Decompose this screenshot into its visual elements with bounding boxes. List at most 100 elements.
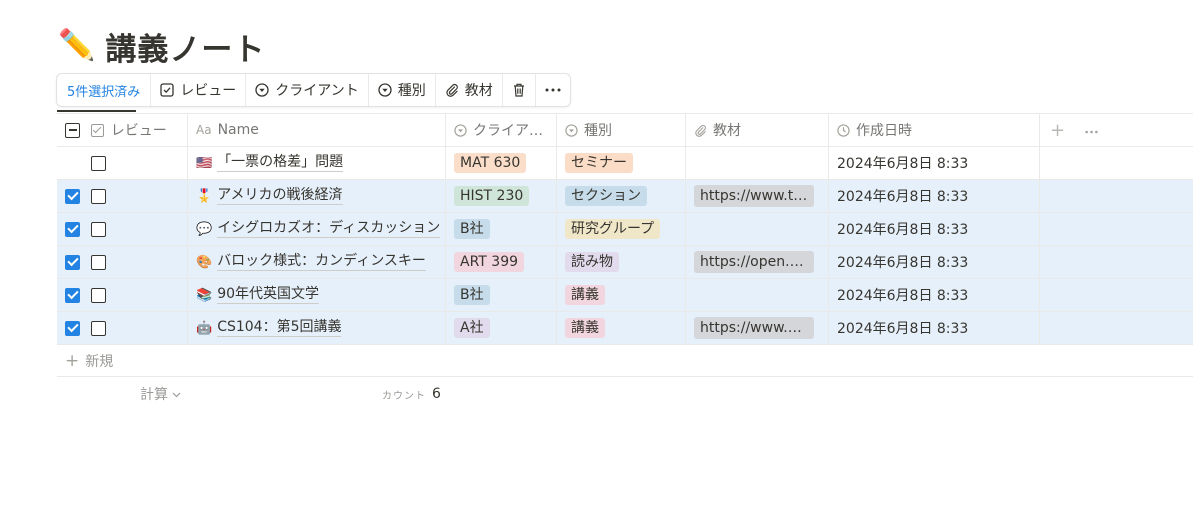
bulk-edit-kind-button[interactable]: 種別 (369, 74, 436, 106)
empty-cell (1040, 279, 1193, 311)
chevron-down-icon (172, 386, 181, 402)
bulk-edit-material-button[interactable]: 教材 (436, 74, 503, 106)
name-cell[interactable]: 🇺🇸 「一票の格差」問題 (188, 147, 446, 179)
kind-cell[interactable]: セクション (557, 180, 686, 212)
table-body: 🇺🇸 「一票の格差」問題 MAT 630 セミナー 2024年6月8日 8:33 (57, 147, 1193, 345)
delete-button[interactable] (503, 74, 536, 106)
kind-cell[interactable]: 研究グループ (557, 213, 686, 245)
review-checkbox[interactable] (90, 254, 106, 270)
table-row[interactable]: 📚 90年代英国文学 B社 講義 2024年6月8日 8:33 (57, 279, 1193, 312)
column-header-kind[interactable]: 種別 (557, 114, 686, 146)
page-name[interactable]: バロック様式：カンディンスキー (217, 253, 426, 271)
row-checkbox-cell (57, 147, 188, 179)
selected-count-button[interactable]: 5件選択済み (57, 74, 152, 106)
new-row-button[interactable]: + 新規 (57, 345, 1193, 377)
column-header-review-label: レビュー (110, 123, 167, 139)
client-cell[interactable]: MAT 630 (446, 147, 557, 179)
material-cell[interactable] (686, 147, 829, 179)
client-cell[interactable]: A社 (446, 312, 557, 344)
material-cell[interactable]: https://www.ge... (686, 312, 829, 344)
name-cell[interactable]: 🎨 バロック様式：カンディンスキー (188, 246, 446, 278)
bulk-edit-review-button[interactable]: レビュー (151, 74, 247, 106)
review-checkbox[interactable] (90, 221, 106, 237)
created-date: 2024年6月8日 8:33 (837, 222, 969, 238)
review-checkbox[interactable] (90, 188, 106, 204)
name-cell[interactable]: 📚 90年代英国文学 (188, 279, 446, 311)
name-cell[interactable]: 🤖 CS104：第5回講義 (188, 312, 446, 344)
table-row[interactable]: 🤖 CS104：第5回講義 A社 講義 https://www.ge... 20… (57, 312, 1193, 345)
page-emoji-icon: 🎖️ (196, 188, 213, 204)
kind-cell[interactable]: 講義 (557, 279, 686, 311)
page-emoji-icon: 🤖 (196, 320, 213, 336)
row-select-checkbox[interactable] (65, 188, 81, 204)
select-property-icon (565, 123, 578, 137)
row-checkbox-cell (57, 246, 188, 278)
column-header-name-label: Name (217, 122, 259, 138)
row-select-checkbox[interactable] (65, 287, 81, 303)
page-name[interactable]: 90年代英国文学 (217, 286, 320, 304)
created-cell: 2024年6月8日 8:33 (829, 147, 1040, 179)
empty-cell (1040, 213, 1193, 245)
material-link[interactable]: https://open.s... (694, 251, 814, 273)
kind-cell[interactable]: 講義 (557, 312, 686, 344)
kind-cell[interactable]: セミナー (557, 147, 686, 179)
material-cell[interactable]: https://open.s... (686, 246, 829, 278)
column-header-client[interactable]: クライア… (446, 114, 557, 146)
kind-tag: セクション (565, 186, 647, 206)
name-cell[interactable]: 💬 イシグロカズオ：ディスカッション (188, 213, 446, 245)
page-name[interactable]: アメリカの戦後経済 (217, 187, 343, 205)
client-cell[interactable]: B社 (446, 213, 557, 245)
material-link[interactable]: https://www.ge... (694, 317, 814, 339)
table-row[interactable]: 🎖️ アメリカの戦後経済 HIST 230 セクション https://www.… (57, 180, 1193, 213)
page-name[interactable]: 「一票の格差」問題 (217, 154, 344, 172)
page-emoji-icon: 💬 (196, 221, 213, 237)
table-row[interactable]: 🇺🇸 「一票の格差」問題 MAT 630 セミナー 2024年6月8日 8:33 (57, 147, 1193, 180)
column-header-material-label: 教材 (713, 123, 741, 139)
column-header-created-label: 作成日時 (856, 123, 912, 139)
kind-tag: セミナー (565, 153, 633, 173)
trash-icon (512, 82, 526, 98)
created-cell: 2024年6月8日 8:33 (829, 213, 1040, 245)
row-select-checkbox[interactable] (65, 221, 81, 237)
review-checkbox[interactable] (90, 287, 106, 303)
created-cell: 2024年6月8日 8:33 (829, 180, 1040, 212)
name-cell[interactable]: 🎖️ アメリカの戦後経済 (188, 180, 446, 212)
count-label: カウント (382, 390, 426, 402)
review-checkbox[interactable] (90, 155, 106, 171)
material-cell[interactable] (686, 279, 829, 311)
column-header-material[interactable]: 教材 (686, 114, 829, 146)
table-row[interactable]: 💬 イシグロカズオ：ディスカッション B社 研究グループ 2024年6月8日 8… (57, 213, 1193, 246)
select-property-icon (454, 123, 467, 137)
client-cell[interactable]: ART 399 (446, 246, 557, 278)
page-name[interactable]: イシグロカズオ：ディスカッション (217, 220, 441, 238)
bulk-edit-client-button[interactable]: クライアント (246, 74, 369, 106)
select-all-checkbox[interactable] (65, 122, 81, 138)
column-header-review[interactable]: レビュー (89, 120, 187, 140)
add-property-icon[interactable]: + (1050, 120, 1065, 141)
material-cell[interactable]: https://www.th... (686, 180, 829, 212)
material-link[interactable]: https://www.th... (694, 185, 814, 207)
column-header-name[interactable]: Aa Name (188, 114, 446, 146)
table-row[interactable]: 🎨 バロック様式：カンディンスキー ART 399 読み物 https://op… (57, 246, 1193, 279)
kind-cell[interactable]: 読み物 (557, 246, 686, 278)
page-title[interactable]: 講義ノート (105, 24, 265, 69)
page-emoji-icon: 📚 (196, 287, 213, 303)
row-select-checkbox[interactable] (65, 254, 81, 270)
row-select-checkbox[interactable] (65, 320, 81, 336)
column-header-created[interactable]: 作成日時 (829, 114, 1040, 146)
created-date: 2024年6月8日 8:33 (837, 156, 969, 172)
client-tag: B社 (454, 285, 490, 305)
checkbox-property-icon (90, 123, 104, 137)
client-cell[interactable]: HIST 230 (446, 180, 557, 212)
count-summary[interactable]: カウント 6 (382, 384, 441, 404)
material-cell[interactable] (686, 213, 829, 245)
more-actions-button[interactable] (536, 74, 570, 106)
row-checkbox-cell (57, 279, 188, 311)
client-cell[interactable]: B社 (446, 279, 557, 311)
calculate-button[interactable]: 計算 (140, 384, 181, 404)
pencil-icon[interactable]: ✏️ (58, 31, 95, 61)
more-icon[interactable] (1085, 122, 1098, 138)
client-tag: A社 (454, 318, 490, 338)
review-checkbox[interactable] (90, 320, 106, 336)
page-name[interactable]: CS104：第5回講義 (217, 319, 342, 337)
